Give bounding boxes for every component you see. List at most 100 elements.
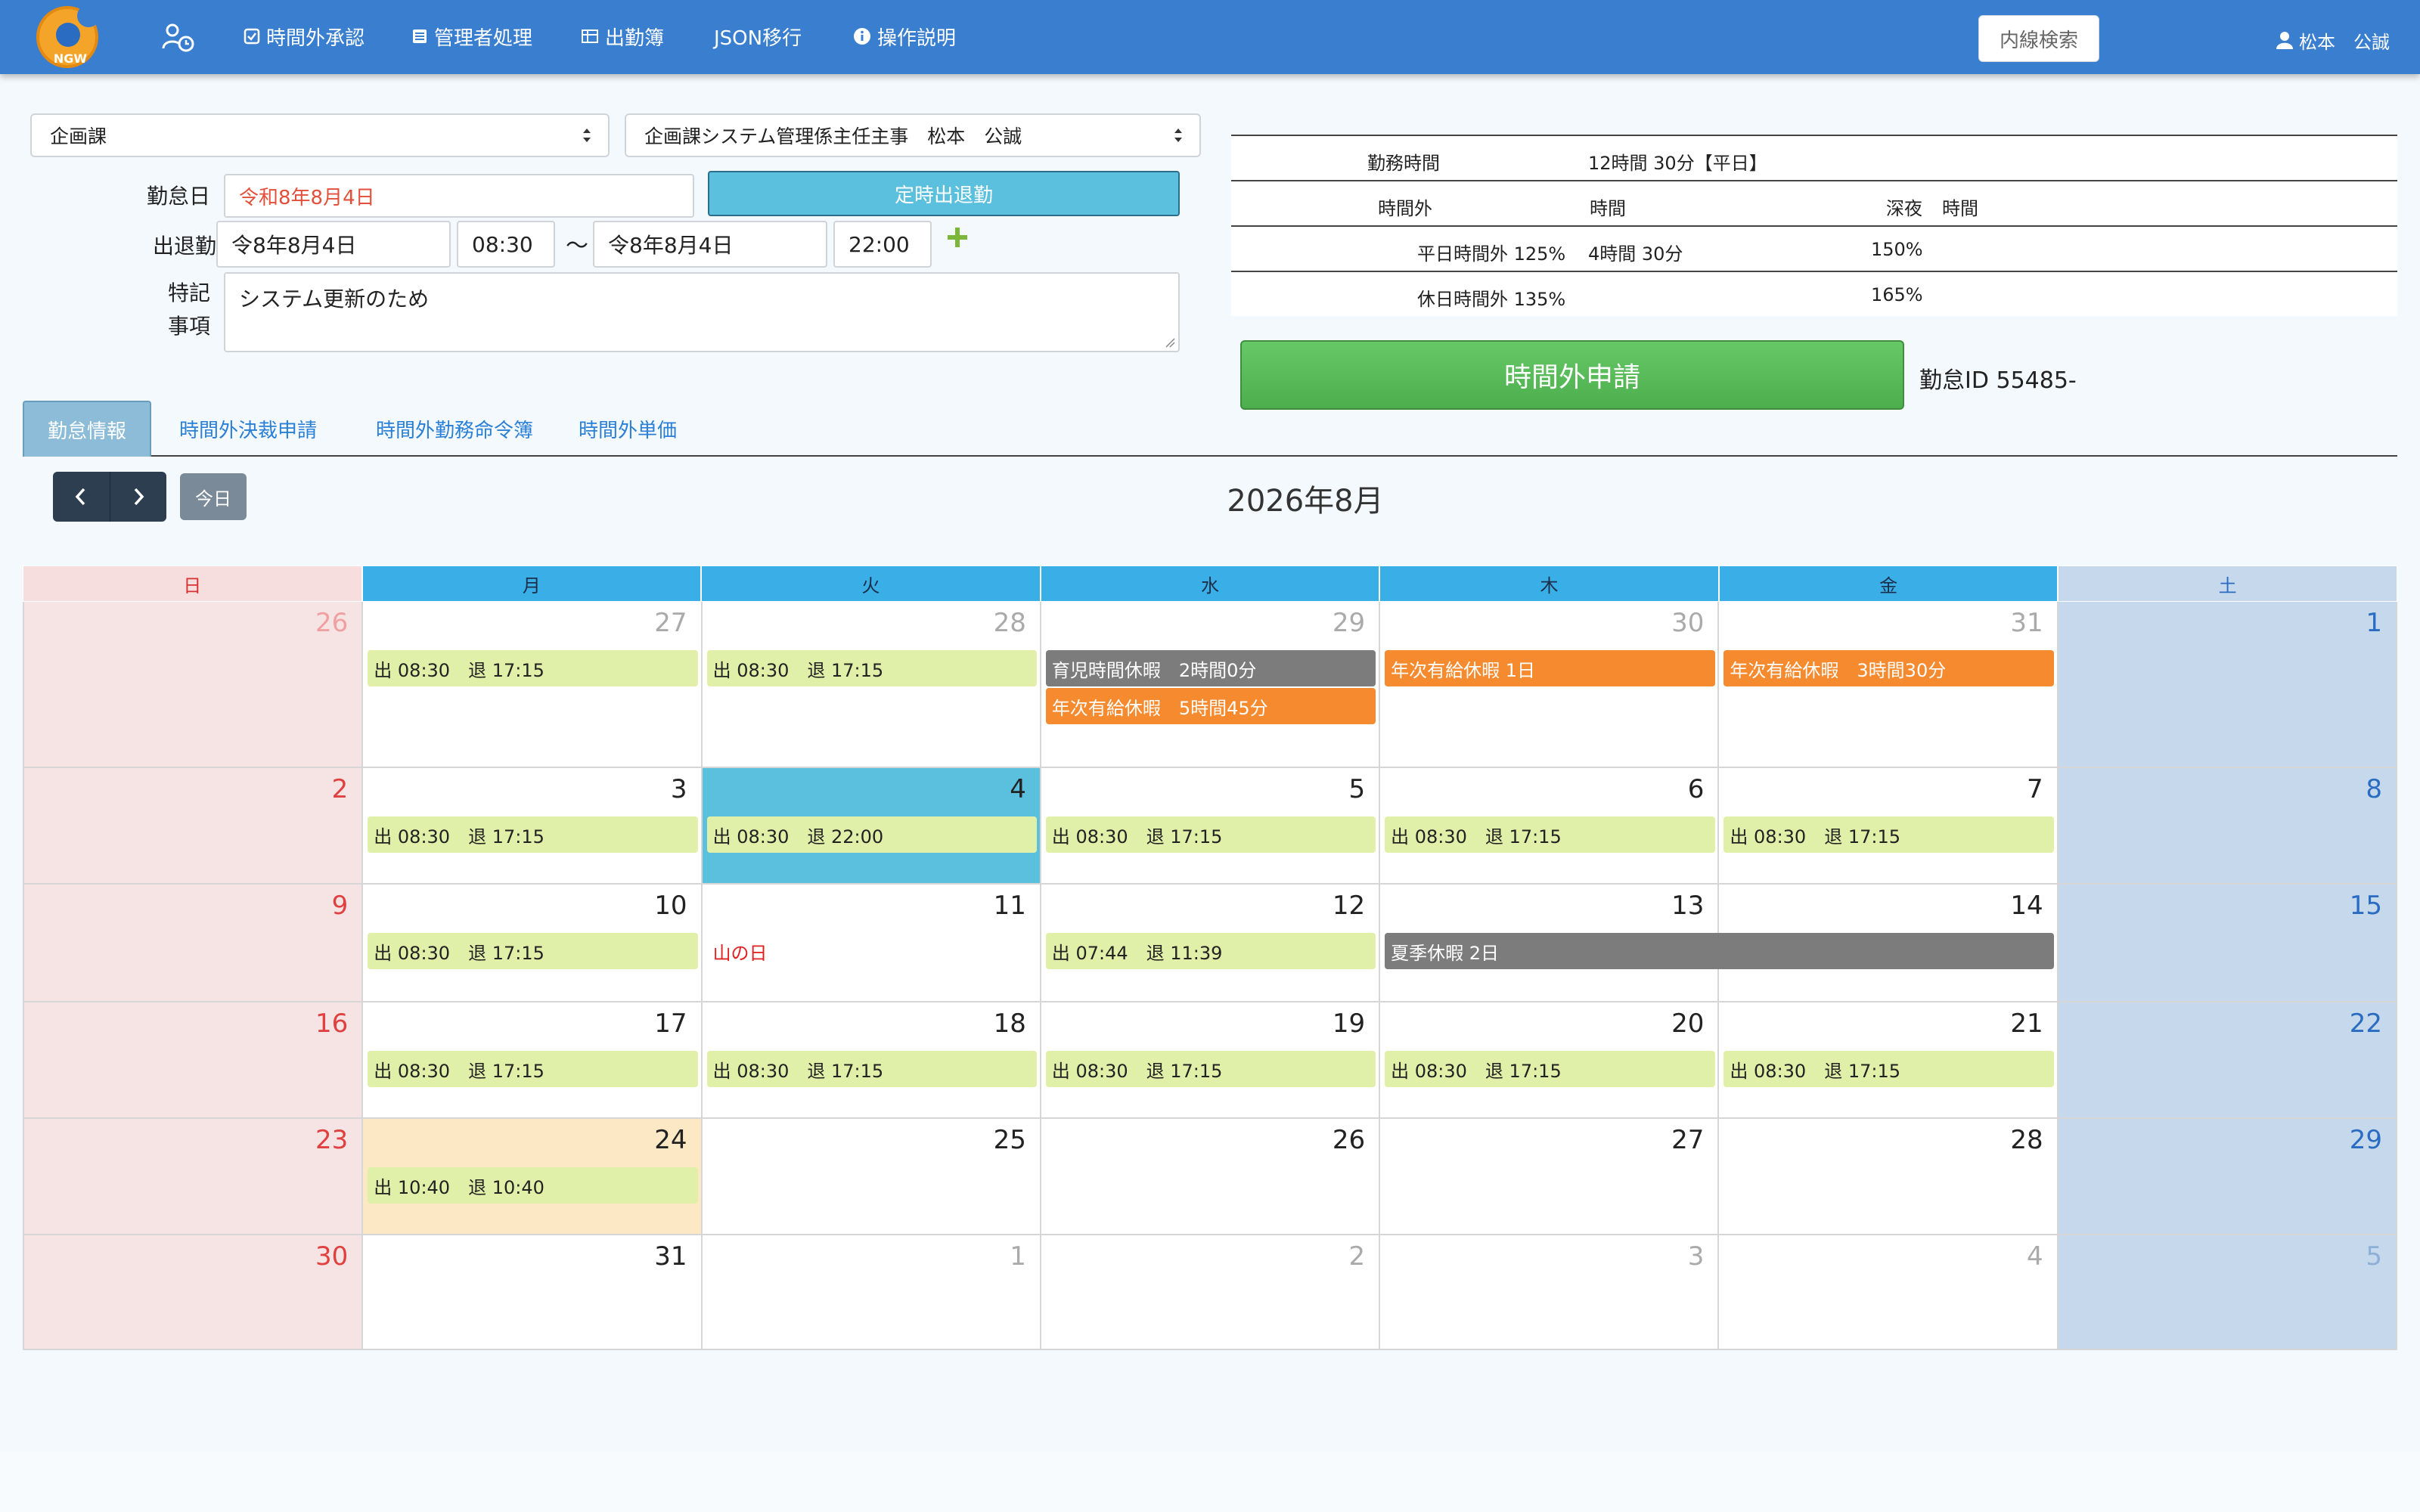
tab-overtime-order-book[interactable]: 時間外勤務命令簿 bbox=[352, 401, 557, 457]
calendar-day-cell[interactable]: 11 山の日 bbox=[702, 885, 1041, 1002]
calendar-day-cell[interactable]: 10 出 08:30 退 17:15 bbox=[363, 885, 703, 1002]
overtime-apply-button[interactable]: 時間外申請 bbox=[1240, 340, 1904, 410]
day-number: 24 bbox=[654, 1125, 687, 1155]
calendar-event[interactable]: 出 08:30 退 17:15 bbox=[1045, 816, 1376, 853]
weekday-header: 日 bbox=[23, 565, 362, 602]
calendar-day-cell[interactable]: 26 bbox=[1041, 1119, 1381, 1235]
calendar-day-cell[interactable]: 27 出 08:30 退 17:15 bbox=[363, 602, 703, 768]
calendar-day-cell[interactable]: 27 bbox=[1380, 1119, 1720, 1235]
regular-hours-button[interactable]: 定時出退勤 bbox=[708, 171, 1180, 216]
calendar-event[interactable]: 育児時間休暇 2時間0分 bbox=[1045, 650, 1376, 686]
calendar-event[interactable]: 年次有給休暇 1日 bbox=[1385, 650, 1715, 686]
next-month-button[interactable] bbox=[110, 472, 167, 522]
calendar-event[interactable]: 出 08:30 退 17:15 bbox=[368, 933, 698, 969]
range-tilde: 〜 bbox=[566, 233, 588, 259]
calendar-day-cell[interactable]: 30 bbox=[24, 1235, 364, 1350]
calendar-event[interactable]: 出 08:30 退 22:00 bbox=[706, 816, 1038, 853]
notes-textarea[interactable]: システム更新のため bbox=[224, 272, 1180, 352]
day-number: 22 bbox=[2349, 1009, 2382, 1039]
user-clock-icon[interactable] bbox=[162, 23, 195, 53]
tab-overtime-request[interactable]: 時間外決裁申請 bbox=[171, 401, 325, 457]
calendar-day-cell[interactable]: 17 出 08:30 退 17:15 bbox=[363, 1002, 703, 1119]
calendar-event[interactable]: 出 08:30 退 17:15 bbox=[1045, 1051, 1376, 1087]
calendar-day-cell[interactable]: 23 bbox=[24, 1119, 364, 1235]
calendar-day-cell[interactable]: 26 bbox=[24, 602, 364, 768]
nav-attendance-book[interactable]: 出勤簿 bbox=[581, 21, 664, 51]
attendance-id: 勤怠ID 55485- bbox=[1919, 367, 2077, 394]
calendar-event[interactable]: 出 08:30 退 17:15 bbox=[706, 650, 1038, 686]
calendar-day-cell[interactable]: 21 出 08:30 退 17:15 bbox=[1719, 1002, 2059, 1119]
calendar-day-cell[interactable]: 19 出 08:30 退 17:15 bbox=[1041, 1002, 1381, 1119]
nav-overtime-approval[interactable]: 時間外承認 bbox=[244, 21, 365, 51]
calendar-day-cell[interactable]: 25 bbox=[702, 1119, 1041, 1235]
calendar-day-cell[interactable]: 8 bbox=[2058, 768, 2397, 885]
user-menu[interactable]: 松本 公誠 bbox=[2276, 27, 2390, 53]
user-name: 松本 公誠 bbox=[2299, 31, 2390, 53]
calendar-day-cell[interactable]: 1 bbox=[2058, 602, 2397, 768]
calendar-day-cell[interactable]: 28 出 08:30 退 17:15 bbox=[702, 602, 1041, 768]
calendar-day-cell[interactable]: 9 bbox=[24, 885, 364, 1002]
tab-attendance-info[interactable]: 勤怠情報 bbox=[23, 401, 151, 457]
calendar-event[interactable]: 出 10:40 退 10:40 bbox=[368, 1167, 698, 1204]
prev-month-button[interactable] bbox=[53, 472, 110, 522]
today-button[interactable]: 今日 bbox=[180, 473, 247, 520]
calendar-day-cell[interactable]: 24 出 10:40 退 10:40 bbox=[363, 1119, 703, 1235]
nav-help[interactable]: 操作説明 bbox=[853, 21, 956, 51]
calendar-event[interactable]: 出 08:30 退 17:15 bbox=[368, 1051, 698, 1087]
calendar-event[interactable]: 出 08:30 退 17:15 bbox=[368, 816, 698, 853]
calendar-day-cell[interactable]: 3 bbox=[1380, 1235, 1720, 1350]
calendar-day-cell[interactable]: 2 bbox=[24, 768, 364, 885]
calendar-event[interactable]: 年次有給休暇 3時間30分 bbox=[1723, 650, 2054, 686]
day-number: 5 bbox=[2366, 1241, 2382, 1272]
resize-grip-icon[interactable] bbox=[1163, 336, 1175, 348]
department-select[interactable]: 企画課 bbox=[30, 113, 610, 157]
calendar-day-cell[interactable]: 7 出 08:30 退 17:15 bbox=[1719, 768, 2059, 885]
calendar-day-cell[interactable]: 18 出 08:30 退 17:15 bbox=[702, 1002, 1041, 1119]
calendar-day-cell[interactable]: 5 bbox=[2058, 1235, 2397, 1350]
nav-json-migration[interactable]: JSON移行 bbox=[714, 21, 802, 51]
calendar-day-cell[interactable]: 16 bbox=[24, 1002, 364, 1119]
calendar-day-cell[interactable]: 15 bbox=[2058, 885, 2397, 1002]
person-select[interactable]: 企画課システム管理係主任主事 松本 公誠 bbox=[625, 113, 1201, 157]
calendar-event[interactable]: 出 08:30 退 17:15 bbox=[1723, 816, 2054, 853]
calendar-event[interactable]: 出 08:30 退 17:15 bbox=[1385, 816, 1715, 853]
calendar-day-cell[interactable]: 1 bbox=[702, 1235, 1041, 1350]
calendar-day-cell[interactable]: 4 出 08:30 退 22:00 bbox=[702, 768, 1041, 885]
extension-search-button[interactable]: 内線検索 bbox=[1978, 15, 2099, 62]
calendar-day-cell[interactable]: 6 出 08:30 退 17:15 bbox=[1380, 768, 1720, 885]
attendance-date-input[interactable]: 令和8年8月4日 bbox=[224, 174, 694, 218]
weekday-header: 火 bbox=[701, 565, 1041, 602]
start-date-input[interactable]: 令8年8月4日 bbox=[216, 221, 451, 268]
calendar-event[interactable]: 出 08:30 退 17:15 bbox=[1385, 1051, 1715, 1087]
overtime-summary-table: 勤務時間 12時間 30分【平日】 時間外 時間 深夜 時間 平日時間外 125… bbox=[1231, 135, 2397, 316]
calendar-day-cell[interactable]: 30 年次有給休暇 1日 bbox=[1380, 602, 1720, 768]
calendar-day-cell[interactable]: 12 出 07:44 退 11:39 bbox=[1041, 885, 1381, 1002]
calendar-event[interactable]: 出 08:30 退 17:15 bbox=[1723, 1051, 2054, 1087]
calendar-event[interactable]: 年次有給休暇 5時間45分 bbox=[1045, 688, 1376, 724]
calendar-day-cell[interactable]: 29 育児時間休暇 2時間0分 年次有給休暇 5時間45分 bbox=[1041, 602, 1381, 768]
calendar-day-cell[interactable]: 2 bbox=[1041, 1235, 1381, 1350]
calendar-day-cell[interactable]: 20 出 08:30 退 17:15 bbox=[1380, 1002, 1720, 1119]
calendar-day-cell[interactable]: 31 bbox=[363, 1235, 703, 1350]
start-time-input[interactable]: 08:30 bbox=[457, 221, 555, 268]
nav-admin[interactable]: 管理者処理 bbox=[411, 21, 532, 51]
calendar-day-cell[interactable]: 29 bbox=[2058, 1119, 2397, 1235]
add-icon[interactable] bbox=[944, 224, 971, 251]
calendar-event[interactable]: 出 08:30 退 17:15 bbox=[368, 650, 698, 686]
end-date-input[interactable]: 令8年8月4日 bbox=[593, 221, 827, 268]
calendar-day-cell[interactable]: 28 bbox=[1719, 1119, 2059, 1235]
calendar-day-cell[interactable]: 13 夏季休暇 2日 bbox=[1380, 885, 2055, 1002]
calendar-day-cell[interactable]: 3 出 08:30 退 17:15 bbox=[363, 768, 703, 885]
tab-overtime-unit-price[interactable]: 時間外単価 bbox=[567, 401, 688, 457]
app-logo[interactable]: NGW bbox=[36, 5, 100, 68]
calendar-day-cell[interactable]: 5 出 08:30 退 17:15 bbox=[1041, 768, 1381, 885]
calendar-event[interactable]: 山の日 bbox=[707, 933, 1038, 969]
day-number: 18 bbox=[993, 1009, 1026, 1039]
calendar-day-cell[interactable]: 4 bbox=[1719, 1235, 2059, 1350]
calendar-event[interactable]: 出 08:30 退 17:15 bbox=[706, 1051, 1038, 1087]
calendar-event[interactable]: 出 07:44 退 11:39 bbox=[1045, 933, 1376, 969]
calendar-day-cell[interactable]: 31 年次有給休暇 3時間30分 bbox=[1719, 602, 2059, 768]
end-time-input[interactable]: 22:00 bbox=[833, 221, 932, 268]
calendar-event[interactable]: 夏季休暇 2日 bbox=[1385, 933, 2055, 969]
calendar-day-cell[interactable]: 22 bbox=[2058, 1002, 2397, 1119]
